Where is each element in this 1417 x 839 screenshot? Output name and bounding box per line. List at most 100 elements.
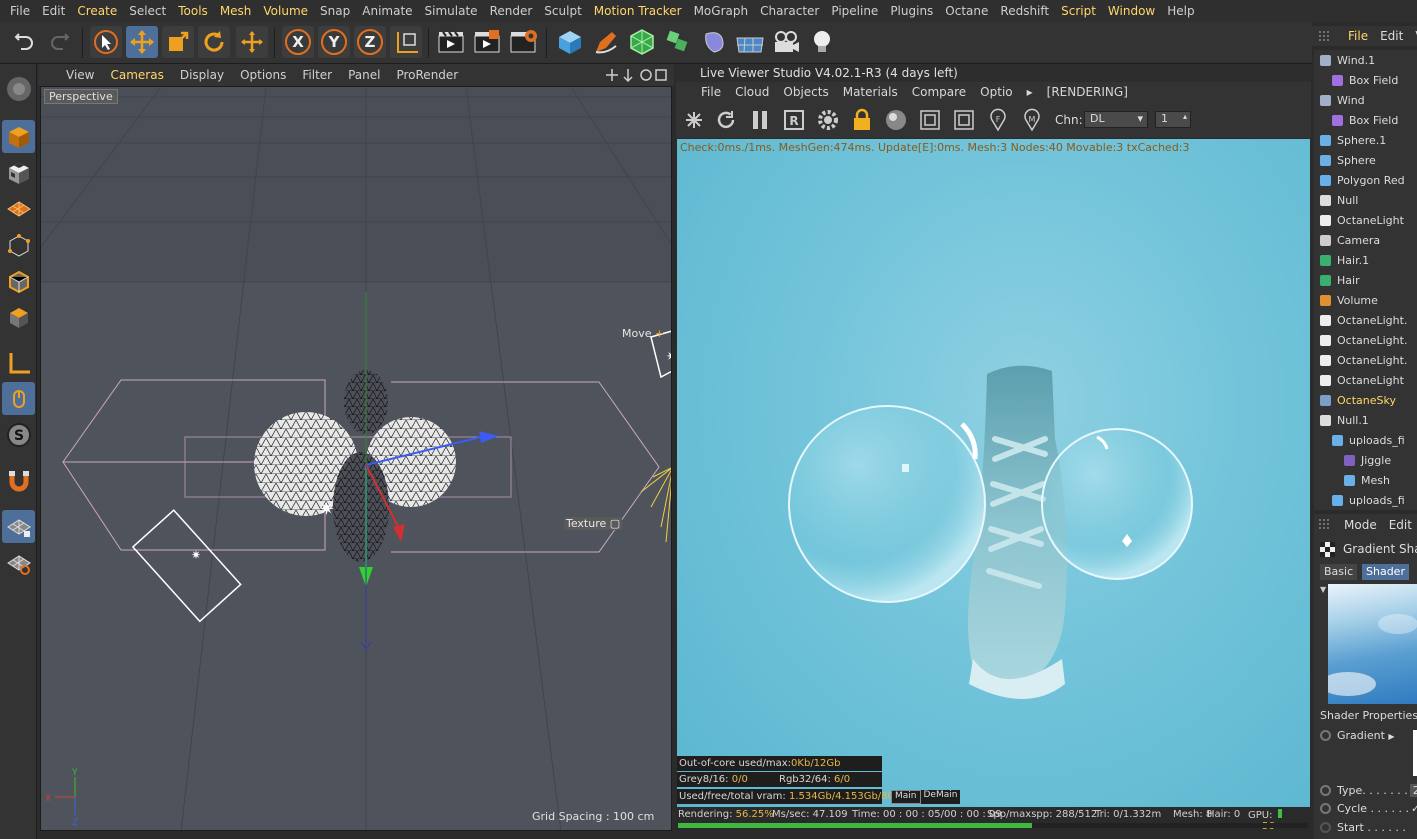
menu-pipeline[interactable]: Pipeline xyxy=(825,4,884,18)
compare-b-icon[interactable] xyxy=(950,106,978,134)
menu-redshift[interactable]: Redshift xyxy=(994,4,1055,18)
focus-pick-icon[interactable]: F xyxy=(984,106,1012,134)
menu-snap[interactable]: Snap xyxy=(314,4,356,18)
pause-icon[interactable] xyxy=(746,106,774,134)
camera-icon[interactable] xyxy=(770,26,802,58)
compare-a-icon[interactable] xyxy=(916,106,944,134)
lv-menu-materials[interactable]: Materials xyxy=(836,85,905,99)
object-item[interactable]: Box Field xyxy=(1332,110,1398,130)
viewport-menu-prorender[interactable]: ProRender xyxy=(388,68,466,82)
object-item[interactable]: Null.1 xyxy=(1320,410,1369,430)
menu-simulate[interactable]: Simulate xyxy=(419,4,484,18)
redo-icon[interactable] xyxy=(44,26,76,58)
snap-icon[interactable] xyxy=(2,464,35,497)
texture-mode-icon[interactable] xyxy=(2,156,35,189)
rotate-icon[interactable] xyxy=(198,26,230,58)
viewport-menu-options[interactable]: Options xyxy=(232,68,294,82)
object-item[interactable]: Box Field xyxy=(1332,70,1398,90)
tab-demain[interactable]: DeMain xyxy=(921,790,961,804)
menu-octane[interactable]: Octane xyxy=(939,4,994,18)
channel-number-input[interactable]: 1 ▴ xyxy=(1155,111,1191,128)
menu-help[interactable]: Help xyxy=(1161,4,1200,18)
object-item[interactable]: OctaneLight xyxy=(1320,370,1404,390)
undo-icon[interactable] xyxy=(8,26,40,58)
object-item[interactable]: OctaneSky xyxy=(1320,390,1396,410)
menu-edit[interactable]: Edit xyxy=(36,4,71,18)
menu-motion-tracker[interactable]: Motion Tracker xyxy=(588,4,688,18)
planar-workplane-icon[interactable] xyxy=(2,546,35,579)
lv-menu-cloud[interactable]: Cloud xyxy=(728,85,776,99)
locked-workplane-icon[interactable] xyxy=(2,510,35,543)
object-item[interactable]: OctaneLight. xyxy=(1320,330,1407,350)
solo-mode-icon[interactable]: S xyxy=(2,418,35,451)
object-item[interactable]: Polygon Red xyxy=(1320,170,1405,190)
render-settings-icon[interactable] xyxy=(508,26,540,58)
cycle-field[interactable]: Cycle . . . . . . ✓ xyxy=(1320,802,1417,815)
object-item[interactable]: Wind.1 xyxy=(1320,50,1375,70)
viewport-menu-view[interactable]: View xyxy=(58,68,102,82)
object-item[interactable]: Sphere.1 xyxy=(1320,130,1386,150)
refresh-scene-icon[interactable] xyxy=(680,106,708,134)
edges-mode-icon[interactable] xyxy=(2,264,35,297)
subdivision-icon[interactable] xyxy=(626,26,658,58)
polygons-mode-icon[interactable] xyxy=(2,300,35,333)
restart-icon[interactable] xyxy=(712,106,740,134)
viewport-menu-cameras[interactable]: Cameras xyxy=(102,68,171,82)
viewport-menu-filter[interactable]: Filter xyxy=(294,68,340,82)
menu-character[interactable]: Character xyxy=(754,4,825,18)
object-item[interactable]: Mesh xyxy=(1344,470,1390,490)
object-item[interactable]: Null xyxy=(1320,190,1358,210)
object-menu-edit[interactable]: Edit xyxy=(1374,29,1409,43)
object-item[interactable]: Hair xyxy=(1320,270,1360,290)
gradient-field[interactable]: Gradient ▶ xyxy=(1320,729,1395,742)
deformer-icon[interactable] xyxy=(698,26,730,58)
lv-menu-optio[interactable]: Optio xyxy=(973,85,1019,99)
menu-file[interactable]: File xyxy=(4,4,36,18)
x-axis-icon[interactable]: X xyxy=(282,26,314,58)
render-picture-viewer-icon[interactable] xyxy=(472,26,504,58)
material-pick-icon[interactable]: M xyxy=(1018,106,1046,134)
object-item[interactable]: OctaneLight. xyxy=(1320,310,1407,330)
viewport-nav-icons[interactable] xyxy=(606,68,668,85)
object-item[interactable]: Hair.1 xyxy=(1320,250,1369,270)
menu-render[interactable]: Render xyxy=(484,4,539,18)
type-field[interactable]: Type. . . . . . .2 xyxy=(1320,784,1417,797)
y-axis-icon[interactable]: Y xyxy=(318,26,350,58)
channel-select[interactable]: DL ▾ xyxy=(1084,111,1148,128)
menu-sculpt[interactable]: Sculpt xyxy=(538,4,587,18)
material-ball-icon[interactable] xyxy=(882,106,910,134)
array-icon[interactable] xyxy=(662,26,694,58)
settings-gear-icon[interactable] xyxy=(814,106,842,134)
object-item[interactable]: OctaneLight. xyxy=(1320,350,1407,370)
object-menu-file[interactable]: File xyxy=(1342,29,1374,43)
region-render-icon[interactable]: R xyxy=(780,106,808,134)
object-item[interactable]: uploads_fi xyxy=(1332,490,1405,510)
object-item[interactable]: Jiggle xyxy=(1344,450,1391,470)
pen-icon[interactable] xyxy=(590,26,622,58)
move-icon[interactable] xyxy=(126,26,158,58)
model-mode-icon[interactable] xyxy=(2,120,35,153)
recent-tool-icon[interactable] xyxy=(236,26,268,58)
floor-icon[interactable] xyxy=(734,26,766,58)
lv-menu-overflow-icon[interactable]: ▸ xyxy=(1020,85,1040,99)
menu-mograph[interactable]: MoGraph xyxy=(688,4,755,18)
menu-mesh[interactable]: Mesh xyxy=(214,4,258,18)
menu-select[interactable]: Select xyxy=(123,4,172,18)
z-axis-icon[interactable]: Z xyxy=(354,26,386,58)
workplane-mode-icon[interactable] xyxy=(2,192,35,225)
axis-mode-icon[interactable] xyxy=(2,346,35,379)
render-view-icon[interactable] xyxy=(436,26,468,58)
tab-main[interactable]: Main xyxy=(891,790,921,804)
object-item[interactable]: uploads_fi xyxy=(1332,430,1405,450)
menu-volume[interactable]: Volume xyxy=(257,4,314,18)
attr-menu-mode[interactable]: Mode xyxy=(1338,518,1383,532)
object-item[interactable]: OctaneLight xyxy=(1320,210,1404,230)
tab-basic[interactable]: Basic xyxy=(1320,564,1358,580)
lock-icon[interactable] xyxy=(848,106,876,134)
object-item[interactable]: Sphere xyxy=(1320,150,1376,170)
cube-icon[interactable] xyxy=(554,26,586,58)
start-field[interactable]: Start . . . . . . xyxy=(1320,821,1406,834)
coordinate-system-icon[interactable] xyxy=(390,26,422,58)
lv-menu-file[interactable]: File xyxy=(694,85,728,99)
live-select-icon[interactable] xyxy=(90,26,122,58)
